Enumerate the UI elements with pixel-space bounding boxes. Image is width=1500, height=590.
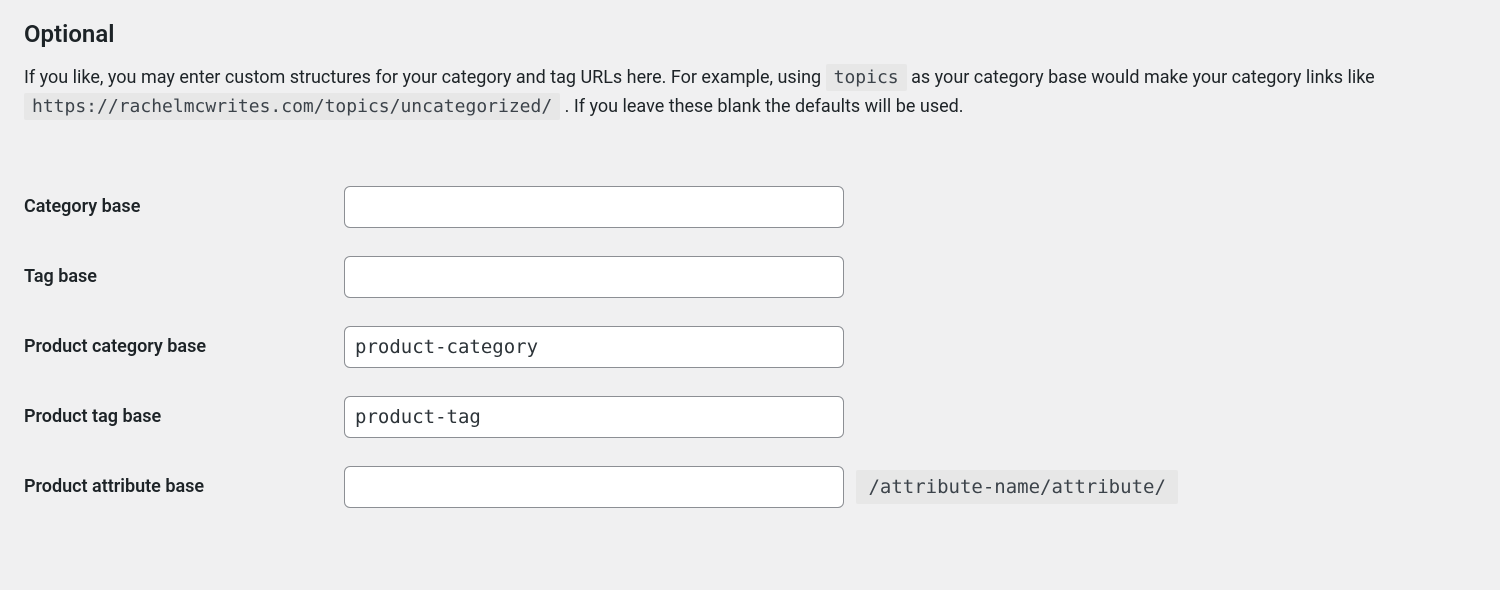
label-tag-base: Tag base (24, 256, 344, 298)
row-category-base: Category base (24, 186, 1476, 228)
label-category-base: Category base (24, 186, 344, 228)
optional-permalinks-table: Category base Tag base Product category … (24, 158, 1476, 536)
example-code-topics: topics (826, 64, 907, 91)
example-code-url: https://rachelmcwrites.com/topics/uncate… (24, 93, 560, 120)
description-text: as your category base would make your ca… (911, 67, 1375, 88)
row-product-tag-base: Product tag base (24, 396, 1476, 438)
input-product-attribute-base[interactable] (344, 466, 844, 508)
description-text: . If you leave these blank the defaults … (565, 96, 964, 117)
input-product-tag-base[interactable] (344, 396, 844, 438)
input-category-base[interactable] (344, 186, 844, 228)
label-product-attribute-base: Product attribute base (24, 466, 344, 508)
section-description: If you like, you may enter custom struct… (24, 64, 1476, 122)
input-tag-base[interactable] (344, 256, 844, 298)
label-product-tag-base: Product tag base (24, 396, 344, 438)
label-product-category-base: Product category base (24, 326, 344, 368)
input-product-category-base[interactable] (344, 326, 844, 368)
row-product-attribute-base: Product attribute base /attribute-name/a… (24, 466, 1476, 508)
description-text: If you like, you may enter custom struct… (24, 67, 826, 88)
row-product-category-base: Product category base (24, 326, 1476, 368)
section-heading: Optional (24, 20, 1476, 48)
row-tag-base: Tag base (24, 256, 1476, 298)
suffix-product-attribute-base: /attribute-name/attribute/ (856, 470, 1177, 504)
